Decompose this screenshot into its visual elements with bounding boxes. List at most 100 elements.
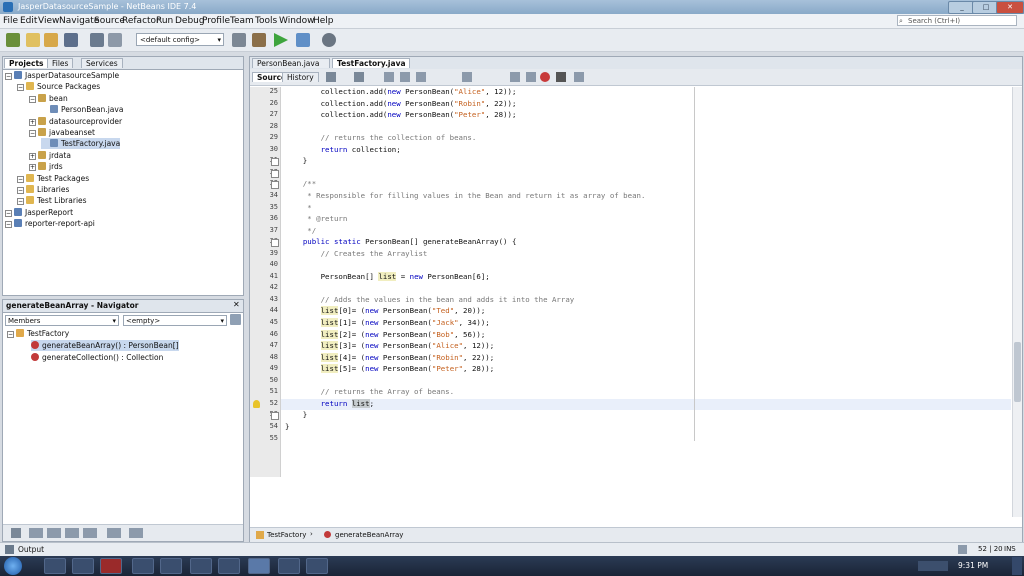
undo-icon[interactable] <box>90 33 104 47</box>
profile-icon[interactable] <box>322 33 336 47</box>
fold-icon[interactable] <box>271 158 279 167</box>
expand-icon[interactable]: − <box>17 187 24 194</box>
show-desktop-button[interactable] <box>1012 557 1022 575</box>
tree-item[interactable]: − Source Packages <box>17 81 100 92</box>
breadcrumb-method[interactable]: generateBeanArray <box>335 531 403 539</box>
hint-bulb-icon[interactable] <box>253 399 260 408</box>
tab-services[interactable]: Services <box>81 58 123 68</box>
menu-team[interactable]: Team <box>230 16 254 26</box>
navigator-member[interactable]: generateBeanArray() : PersonBean[] <box>31 340 179 351</box>
sort-icon[interactable] <box>11 528 21 538</box>
vertical-scrollbar[interactable] <box>1012 87 1022 517</box>
fold-icon[interactable] <box>271 169 279 178</box>
expand-icon[interactable]: + <box>29 152 36 160</box>
taskbar-explorer-icon[interactable] <box>44 558 66 574</box>
find-next-icon[interactable] <box>400 72 410 82</box>
menu-file[interactable]: File <box>3 16 18 26</box>
new-file-icon[interactable] <box>26 33 40 47</box>
taskbar-app-icon[interactable] <box>190 558 212 574</box>
menu-help[interactable]: Help <box>313 16 334 26</box>
tree-item[interactable]: − JasperReport <box>5 207 73 218</box>
menu-view[interactable]: View <box>38 16 59 26</box>
tree-item[interactable]: − Test Packages <box>17 173 89 184</box>
menu-profile[interactable]: Profile <box>202 16 230 26</box>
close-button[interactable]: ✕ <box>996 1 1024 14</box>
collapse-icon[interactable]: − <box>7 331 14 338</box>
menu-debug[interactable]: Debug <box>175 16 205 26</box>
tab-testfactory[interactable]: TestFactory.java × <box>332 58 410 78</box>
debug-icon[interactable] <box>296 33 310 47</box>
redo-icon[interactable] <box>108 33 122 47</box>
tree-item[interactable]: − Test Libraries <box>17 195 87 206</box>
expand-icon[interactable]: − <box>5 221 12 229</box>
new-project-icon[interactable] <box>6 33 20 47</box>
non-public-icon[interactable] <box>65 528 79 538</box>
taskbar-app-icon[interactable] <box>278 558 300 574</box>
expand-icon[interactable]: + <box>29 118 36 126</box>
scope-filter[interactable]: <empty> ▾ <box>123 315 227 326</box>
menu-tools[interactable]: Tools <box>255 16 277 26</box>
find-previous-icon[interactable] <box>384 72 394 82</box>
navigator-root[interactable]: − TestFactory <box>7 328 69 339</box>
notification-icon[interactable] <box>958 545 967 554</box>
expand-icon[interactable]: − <box>17 198 24 206</box>
expand-icon[interactable]: − <box>17 175 24 183</box>
taskbar-media-icon[interactable] <box>72 558 94 574</box>
open-project-icon[interactable] <box>44 33 58 47</box>
menu-edit[interactable]: Edit <box>20 16 37 26</box>
tab-files[interactable]: Files <box>47 58 74 68</box>
tray-icons[interactable] <box>918 561 948 571</box>
search-input[interactable]: ⌕ Search (Ctrl+I) <box>897 15 1017 26</box>
filter-settings-icon[interactable] <box>230 314 241 325</box>
breadcrumb-class[interactable]: TestFactory <box>267 531 306 539</box>
static-icon[interactable] <box>47 528 61 538</box>
comment-icon[interactable] <box>574 72 584 82</box>
output-tab[interactable]: Output <box>18 545 44 554</box>
filters-icon[interactable] <box>129 528 143 538</box>
tree-item[interactable]: − reporter-report-api <box>5 218 95 229</box>
forward-icon[interactable] <box>354 72 364 82</box>
fold-icon[interactable] <box>271 239 279 248</box>
scrollbar-thumb[interactable] <box>1014 342 1021 402</box>
tab-projects[interactable]: Projects <box>4 58 49 68</box>
tree-item[interactable]: + jrdata <box>29 150 71 161</box>
run-icon[interactable] <box>274 33 288 47</box>
taskbar-app-icon[interactable] <box>218 558 240 574</box>
shift-left-icon[interactable] <box>510 72 520 82</box>
expand-icon[interactable]: − <box>17 84 24 92</box>
build-icon[interactable] <box>232 33 246 47</box>
record-macro-icon[interactable] <box>540 72 550 82</box>
taskbar-clock[interactable]: 9:31 PM <box>958 561 988 570</box>
close-icon[interactable]: ✕ <box>233 300 240 309</box>
tree-item[interactable]: + datasourceprovider <box>29 116 122 127</box>
tree-item[interactable]: − bean <box>29 93 68 104</box>
expand-icon[interactable]: + <box>29 164 36 172</box>
tab-history[interactable]: History <box>282 72 319 82</box>
expand-icon[interactable]: − <box>5 73 12 80</box>
shift-right-icon[interactable] <box>526 72 536 82</box>
tree-item[interactable]: − JasperDatasourceSample <box>5 70 119 81</box>
taskbar-netbeans-icon[interactable] <box>248 558 270 574</box>
expand-icon[interactable]: − <box>5 209 12 217</box>
fold-icon[interactable] <box>271 181 279 190</box>
code-area[interactable]: collection.add(new PersonBean("Alice", 1… <box>281 87 1021 477</box>
toggle-highlight-icon[interactable] <box>416 72 426 82</box>
taskbar-app-icon[interactable] <box>306 558 328 574</box>
menu-refactor[interactable]: Refactor <box>122 16 160 26</box>
clean-build-icon[interactable] <box>252 33 266 47</box>
menu-source[interactable]: Source <box>94 16 125 26</box>
start-button[interactable] <box>4 557 22 575</box>
fields-icon[interactable] <box>29 528 43 538</box>
taskbar-app-icon[interactable] <box>160 558 182 574</box>
tree-item[interactable]: + jrds <box>29 161 63 172</box>
taskbar-app-icon[interactable] <box>132 558 154 574</box>
navigator-member[interactable]: generateCollection() : Collection <box>31 352 163 363</box>
tree-item[interactable]: − javabeanset <box>29 127 95 138</box>
taskbar-acrobat-icon[interactable] <box>100 558 122 574</box>
expand-icon[interactable]: − <box>29 130 36 137</box>
back-icon[interactable] <box>326 72 336 82</box>
tree-item[interactable]: PersonBean.java <box>41 104 123 115</box>
toggle-bookmark-icon[interactable] <box>462 72 472 82</box>
inherited-icon[interactable] <box>83 528 97 538</box>
tab-personbean[interactable]: PersonBean.java × <box>252 58 330 78</box>
